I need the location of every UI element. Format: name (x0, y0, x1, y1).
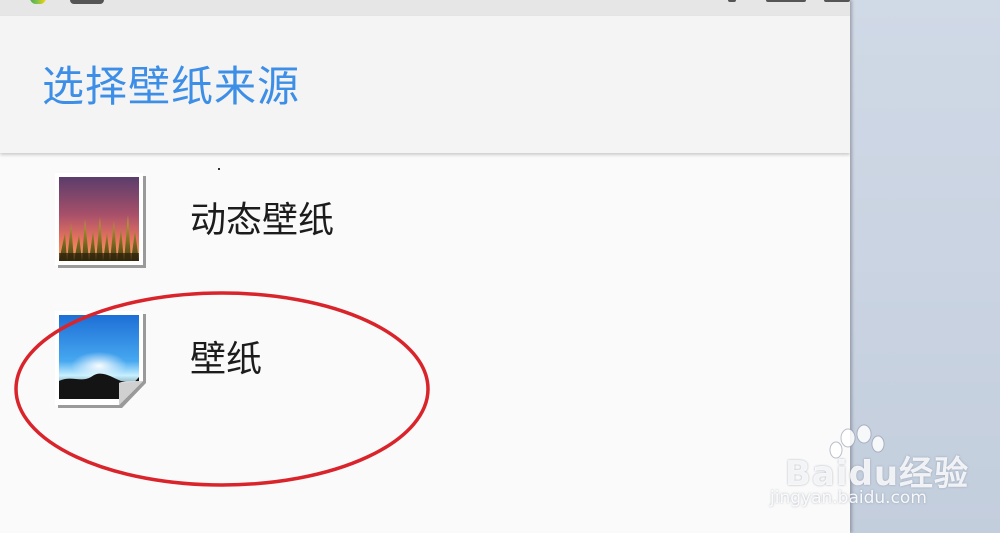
watermark-url: jingyan.baidu.com (770, 488, 927, 508)
dialog-header: 选择壁纸来源 (0, 16, 850, 153)
live-wallpaper-icon (55, 173, 147, 269)
gallery-wallpaper-icon (55, 311, 147, 408)
dialog-title: 选择壁纸来源 (42, 62, 301, 111)
wallpaper-source-dialog: 选择壁纸来源 动态壁纸 壁纸 (0, 0, 850, 533)
notification-icon (70, 0, 104, 4)
list-item-wallpaper[interactable]: 壁纸 (0, 297, 850, 433)
list-item-label: 动态壁纸 (190, 200, 335, 241)
status-bar (0, 0, 850, 16)
list-item-label: 壁纸 (190, 339, 263, 380)
battery-icon (766, 0, 806, 2)
status-icons (720, 0, 850, 4)
list-item-live-wallpaper[interactable]: 动态壁纸 (0, 158, 850, 294)
signal-icon (728, 0, 736, 2)
clock-icon (824, 0, 850, 2)
notification-icon (30, 0, 46, 4)
